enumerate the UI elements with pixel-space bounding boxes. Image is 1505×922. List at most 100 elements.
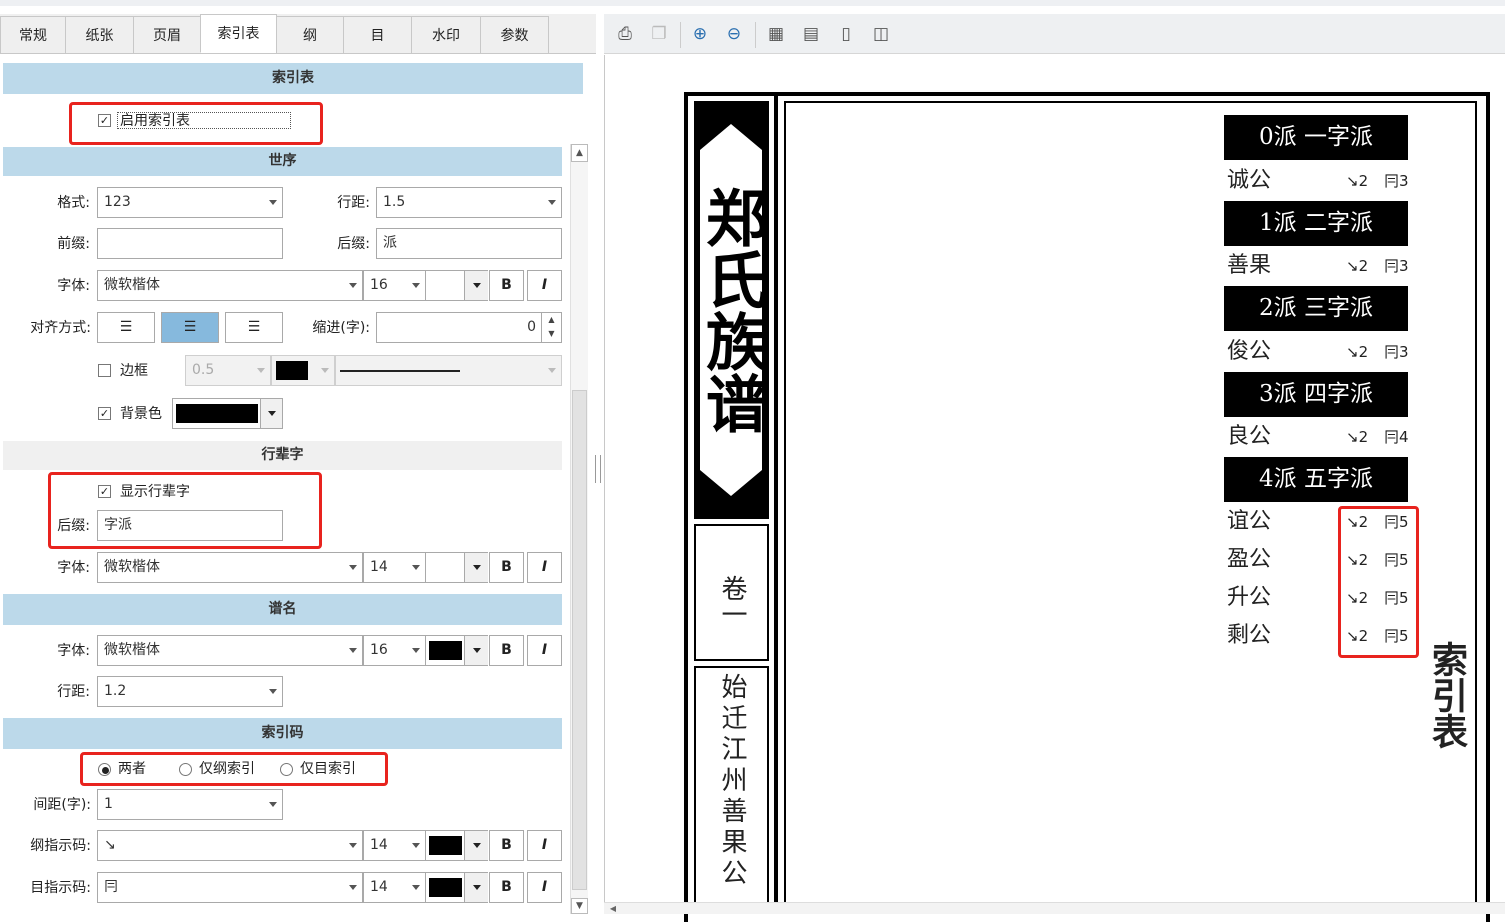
- radio-both-label: 两者: [118, 761, 146, 777]
- hangbeizi-italic-button[interactable]: I: [527, 552, 562, 583]
- chevron-down-icon: [349, 283, 357, 288]
- scroll-left-icon[interactable]: ◀: [606, 903, 620, 914]
- chevron-down-icon: [269, 200, 277, 205]
- pai-header: 2派 三字派: [1224, 286, 1408, 331]
- bg-color-checkbox[interactable]: ✓: [98, 407, 111, 420]
- border-style-select[interactable]: [335, 355, 562, 386]
- pai-header: 0派 一字派: [1224, 115, 1408, 160]
- puming-color-select[interactable]: [425, 635, 488, 666]
- border-checkbox[interactable]: [98, 364, 111, 377]
- zoom-in-icon[interactable]: ⊕: [688, 22, 712, 46]
- hangbeizi-font-value: 微软楷体: [104, 559, 160, 575]
- gang-code-value: ↘: [104, 837, 116, 853]
- align-label: 对齐方式:: [30, 320, 91, 336]
- mu-code-select[interactable]: 冃: [97, 872, 363, 903]
- chevron-down-icon: [548, 368, 556, 373]
- puming-bold-button[interactable]: B: [489, 635, 524, 666]
- section-index-table-header: 索引表: [3, 63, 583, 94]
- radio-mu-only[interactable]: [280, 763, 293, 776]
- scroll-up-icon[interactable]: ▲: [571, 144, 588, 162]
- align-left-button[interactable]: ☰: [97, 312, 155, 343]
- mu-color-select[interactable]: [425, 872, 488, 903]
- chevron-down-icon: [473, 885, 481, 890]
- print-icon[interactable]: ⎙: [613, 22, 637, 46]
- gang-code-select[interactable]: ↘: [97, 830, 363, 861]
- color-dropdown-button[interactable]: [464, 271, 488, 300]
- prefix-label: 前缀:: [57, 236, 90, 252]
- border-color-select[interactable]: [271, 355, 335, 386]
- hangbeizi-suffix-input[interactable]: 字派: [97, 510, 283, 541]
- color-dropdown-button[interactable]: [464, 636, 488, 665]
- fit-page-icon[interactable]: ▦: [764, 22, 788, 46]
- indent-stepper[interactable]: ▲ ▼: [541, 313, 561, 342]
- font-size-select[interactable]: 16: [363, 270, 426, 301]
- scroll-down-icon[interactable]: ▼: [571, 898, 588, 914]
- gang-size-value: 14: [370, 837, 388, 853]
- mu-size-select[interactable]: 14: [363, 872, 426, 903]
- scroll-thumb[interactable]: [572, 390, 587, 890]
- hangbeizi-font-select[interactable]: 微软楷体: [97, 552, 363, 583]
- section-index-code-header: 索引码: [3, 718, 562, 749]
- bold-button[interactable]: B: [489, 270, 524, 301]
- italic-button[interactable]: I: [527, 270, 562, 301]
- spacing-select[interactable]: 1: [97, 789, 283, 820]
- font-select[interactable]: 微软楷体: [97, 270, 363, 301]
- hangbeizi-color-select[interactable]: [425, 552, 488, 583]
- align-right-button[interactable]: ☰: [225, 312, 283, 343]
- prefix-input[interactable]: [97, 228, 283, 259]
- puming-italic-button[interactable]: I: [527, 635, 562, 666]
- line-spacing-select[interactable]: 1.5: [376, 187, 562, 218]
- chevron-down-icon: [349, 843, 357, 848]
- color-dropdown-button[interactable]: [260, 399, 282, 428]
- color-dropdown-button[interactable]: [464, 873, 488, 902]
- gang-color-select[interactable]: [425, 830, 488, 861]
- person-name: 剩公: [1227, 623, 1272, 648]
- gang-italic-button[interactable]: I: [527, 830, 562, 861]
- copy-icon[interactable]: ❐: [647, 22, 671, 46]
- gang-size-select[interactable]: 14: [363, 830, 426, 861]
- section-hangbeizi-header: 行辈字: [3, 441, 562, 470]
- hangbeizi-bold-button[interactable]: B: [489, 552, 524, 583]
- splitter-handle[interactable]: [595, 455, 601, 483]
- preview-horizontal-scrollbar[interactable]: [604, 902, 1505, 914]
- single-page-icon[interactable]: ▯: [834, 22, 858, 46]
- tab-paper[interactable]: 纸张: [65, 16, 134, 54]
- show-hangbeizi-checkbox[interactable]: ✓: [98, 485, 111, 498]
- format-select[interactable]: 123: [97, 187, 283, 218]
- tab-index-table[interactable]: 索引表: [200, 14, 277, 53]
- align-center-button[interactable]: ☰: [161, 312, 219, 343]
- tab-watermark[interactable]: 水印: [411, 16, 481, 54]
- color-dropdown-button[interactable]: [464, 553, 488, 582]
- indent-value: 0: [527, 319, 536, 335]
- fit-width-icon[interactable]: ▤: [799, 22, 823, 46]
- border-width-select[interactable]: 0.5: [185, 355, 271, 386]
- suffix-input[interactable]: 派: [376, 228, 562, 259]
- enable-index-checkbox[interactable]: ✓: [98, 114, 111, 127]
- chevron-down-icon: [412, 648, 420, 653]
- mu-italic-button[interactable]: I: [527, 872, 562, 903]
- puming-line-spacing-select[interactable]: 1.2: [97, 676, 283, 707]
- color-dropdown-button[interactable]: [464, 831, 488, 860]
- puming-font-size-select[interactable]: 16: [363, 635, 426, 666]
- puming-font-select[interactable]: 微软楷体: [97, 635, 363, 666]
- tab-gang[interactable]: 纲: [276, 16, 344, 54]
- hangbeizi-font-size-select[interactable]: 14: [363, 552, 426, 583]
- radio-gang-only[interactable]: [179, 763, 192, 776]
- gang-bold-button[interactable]: B: [489, 830, 524, 861]
- tab-params[interactable]: 参数: [480, 16, 549, 54]
- radio-both[interactable]: [98, 763, 111, 776]
- two-page-icon[interactable]: ◫: [869, 22, 893, 46]
- gang-ref: ↘2: [1346, 172, 1369, 190]
- toolbar-divider: [755, 22, 756, 48]
- zoom-out-icon[interactable]: ⊖: [722, 22, 746, 46]
- tab-header[interactable]: 页眉: [133, 16, 201, 54]
- tab-mu[interactable]: 目: [343, 16, 412, 54]
- bg-color-select[interactable]: [172, 398, 283, 429]
- tab-general[interactable]: 常规: [0, 16, 66, 54]
- bg-color-swatch: [176, 404, 258, 423]
- chevron-down-icon: [473, 283, 481, 288]
- font-color-select[interactable]: [425, 270, 488, 301]
- mu-size-value: 14: [370, 879, 388, 895]
- mu-bold-button[interactable]: B: [489, 872, 524, 903]
- indent-input[interactable]: 0: [376, 312, 562, 343]
